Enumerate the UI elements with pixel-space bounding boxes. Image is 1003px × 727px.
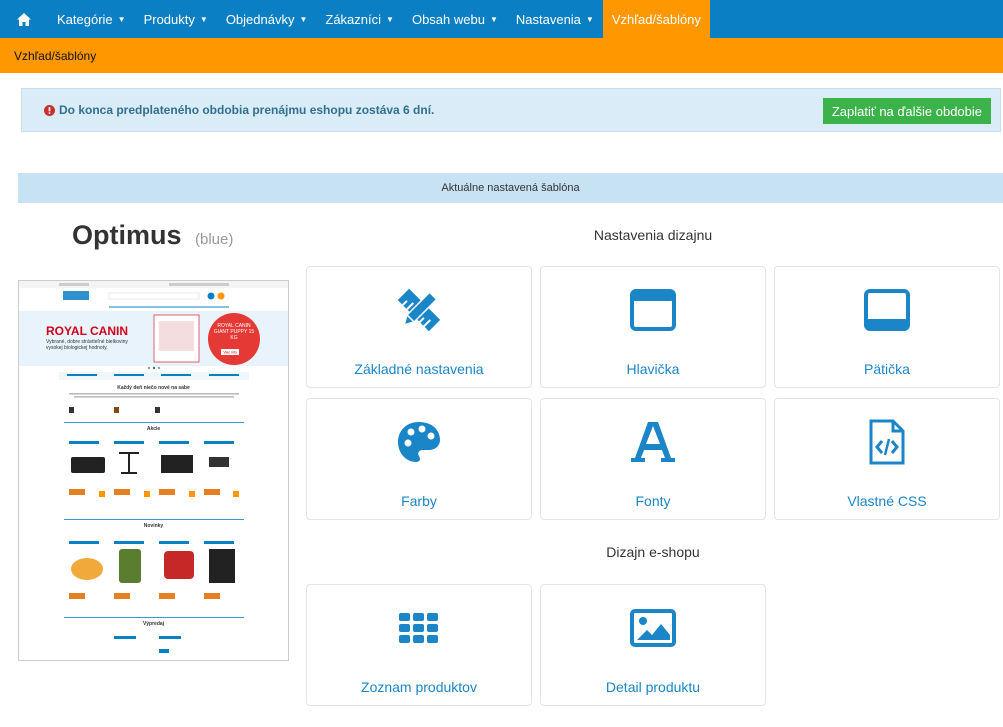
subscription-alert: Do konca predplateného obdobia prenájmu … <box>21 88 1001 132</box>
caret-down-icon: ▼ <box>386 14 394 24</box>
pencil-ruler-icon <box>394 285 444 335</box>
template-name: Optimus <box>72 220 182 250</box>
current-template-bar: Aktuálne nastavená šablóna <box>18 173 1003 203</box>
nav-item-nastavenia[interactable]: Nastavenia ▼ <box>507 0 603 38</box>
promo-button: Viac info <box>223 351 236 355</box>
card-label: Hlavička <box>626 361 680 377</box>
nav-label: Vzhľad/šablóny <box>611 11 701 27</box>
card-label: Detail produktu <box>605 679 701 695</box>
nav-item-kategorie[interactable]: Kategórie ▼ <box>48 0 135 38</box>
nav-item-zakaznici[interactable]: Zákazníci ▼ <box>316 0 403 38</box>
preview-section-akcie: Akcie <box>147 426 161 432</box>
nav-label: Kategórie <box>57 11 113 27</box>
card-paticka[interactable]: Pätička <box>774 266 1000 388</box>
nav-label: Nastavenia <box>515 11 581 27</box>
exclamation-circle-icon <box>44 104 55 116</box>
nav-label: Objednávky <box>225 11 295 27</box>
preview-section-novinky: Novinky <box>144 523 164 529</box>
card-label: Fonty <box>635 493 671 509</box>
breadcrumb: Vzhľad/šablóny <box>0 38 1003 73</box>
template-variant: (blue) <box>195 231 234 248</box>
template-preview[interactable]: ROYAL CANIN Vybrané, dobre stráviteľné b… <box>18 280 289 661</box>
grid-icon <box>394 603 444 653</box>
nav-item-objednavky[interactable]: Objednávky ▼ <box>217 0 317 38</box>
home-button[interactable] <box>0 0 48 38</box>
card-label: Vlastné CSS <box>847 493 927 509</box>
palette-icon <box>394 417 444 467</box>
home-icon <box>17 12 31 26</box>
breadcrumb-label: Vzhľad/šablóny <box>14 48 97 63</box>
promo-title: ROYAL CANIN GIANT PUPPY 15 KG <box>213 323 255 341</box>
image-icon <box>628 603 678 653</box>
card-zakladne-nastavenia[interactable]: Základné nastavenia <box>306 266 532 388</box>
alert-text: Do konca predplateného obdobia prenájmu … <box>59 103 435 117</box>
pay-next-period-button[interactable]: Zaplatiť na ďalšie obdobie <box>822 98 991 124</box>
nav-label: Zákazníci <box>325 11 382 27</box>
nav-label: Produkty <box>143 11 195 27</box>
card-fonty[interactable]: Fonty <box>540 398 766 520</box>
nav-item-obsah-webu[interactable]: Obsah webu ▼ <box>403 0 507 38</box>
caret-down-icon: ▼ <box>585 14 594 24</box>
card-label: Základné nastavenia <box>354 361 484 377</box>
card-zoznam-produktov[interactable]: Zoznam produktov <box>306 584 532 706</box>
eshop-design-title: Dizajn e-shopu <box>606 544 700 560</box>
preview-section-vypredaj: Výpredaj <box>143 621 165 627</box>
design-settings-title: Nastavenia dizajnu <box>593 227 713 243</box>
header-window-icon <box>628 285 678 335</box>
code-file-icon <box>862 417 912 467</box>
card-hlavicka[interactable]: Hlavička <box>540 266 766 388</box>
nav-item-vzhlad-sablony[interactable]: Vzhľad/šablóny <box>602 0 710 38</box>
caret-down-icon: ▼ <box>199 14 208 24</box>
nav-label: Obsah webu <box>411 11 485 27</box>
nav-item-produkty[interactable]: Produkty ▼ <box>135 0 217 38</box>
caret-down-icon: ▼ <box>489 14 498 24</box>
font-icon <box>628 417 678 467</box>
card-label: Zoznam produktov <box>361 679 477 695</box>
preview-headline: Každý deň niečo nové na sabe <box>117 385 190 391</box>
card-detail-produktu[interactable]: Detail produktu <box>540 584 766 706</box>
banner-lines: Vybrané, dobre stráviteľné bielkoviny vy… <box>46 339 128 351</box>
banner-brand: ROYAL CANIN <box>46 324 128 338</box>
card-farby[interactable]: Farby <box>306 398 532 520</box>
current-template-label: Aktuálne nastavená šablóna <box>441 182 580 194</box>
card-vlastne-css[interactable]: Vlastné CSS <box>774 398 1000 520</box>
footer-window-icon <box>862 285 912 335</box>
caret-down-icon: ▼ <box>117 14 126 24</box>
template-preview-image: ROYAL CANIN Vybrané, dobre stráviteľné b… <box>19 281 288 653</box>
card-label: Farby <box>401 493 437 509</box>
card-label: Pätička <box>864 361 910 377</box>
caret-down-icon: ▼ <box>299 14 308 24</box>
top-navigation: Kategórie ▼ Produkty ▼ Objednávky ▼ Zákazní… <box>0 0 1003 38</box>
